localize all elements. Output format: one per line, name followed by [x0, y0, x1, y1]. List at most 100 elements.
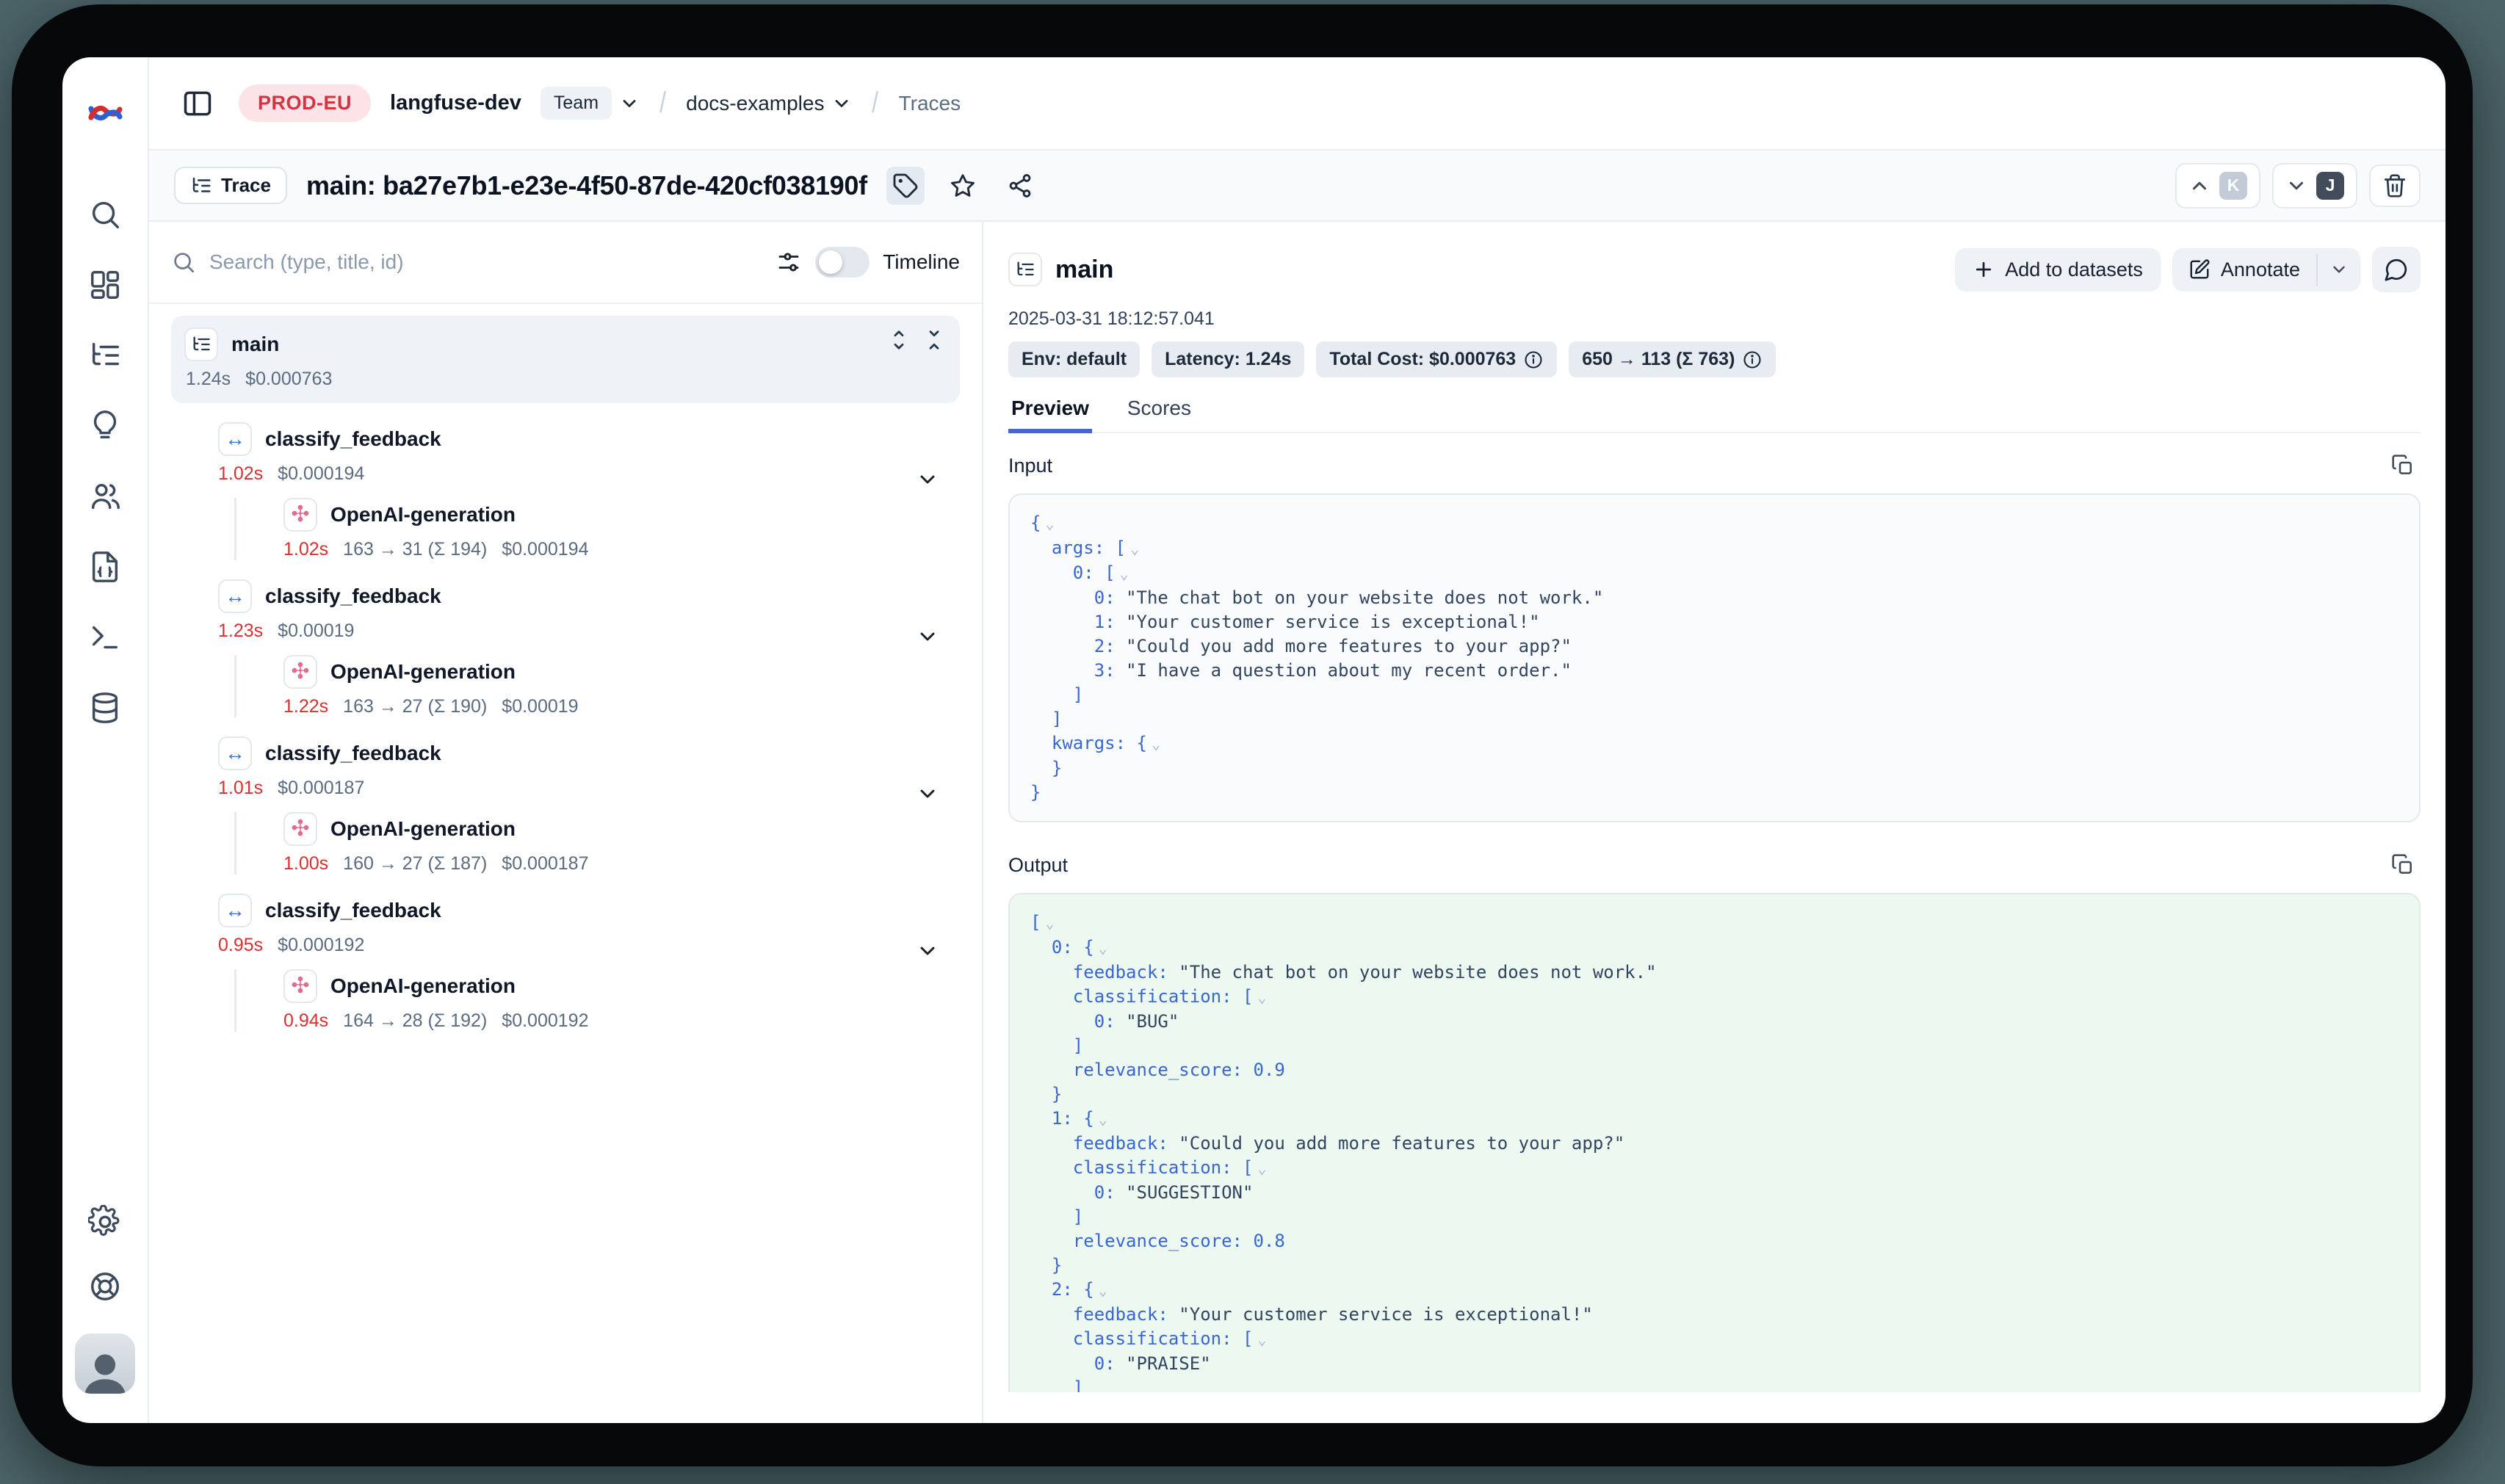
badge-text: Env: default: [1022, 349, 1127, 370]
span-cost: $0.00019: [278, 620, 354, 642]
input-json-viewer[interactable]: {⌄ args: [⌄ 0: [⌄ 0: "The chat bot on yo…: [1008, 493, 2421, 822]
trace-tree: main 1.24s $0.000763 ↔ classify_feedback…: [149, 304, 982, 1032]
root-cost: $0.000763: [245, 369, 332, 390]
annotate-button[interactable]: Annotate: [2172, 248, 2316, 292]
project-switcher[interactable]: docs-examples: [686, 92, 852, 115]
info-icon: [1523, 350, 1544, 370]
copy-icon[interactable]: [2385, 448, 2421, 483]
database-icon[interactable]: [87, 690, 123, 725]
span-name: classify_feedback: [265, 427, 441, 451]
generation-name: OpenAI-generation: [330, 817, 516, 841]
span-list: ↔ classify_feedback 1.02s $0.000194 ✣ Op…: [171, 422, 960, 1032]
search-icon[interactable]: [87, 197, 123, 232]
tree-node-root[interactable]: main 1.24s $0.000763: [171, 316, 960, 403]
span-type-icon: ↔: [218, 894, 252, 927]
tree-node-span[interactable]: ↔ classify_feedback 1.23s $0.00019 ✣ Ope…: [218, 579, 960, 717]
org-role-badge: Team: [541, 87, 612, 120]
trash-icon: [2382, 173, 2407, 198]
view-settings-icon[interactable]: [776, 249, 802, 275]
generation-cost: $0.00019: [502, 696, 578, 717]
chevron-down-icon[interactable]: [916, 468, 939, 491]
span-duration: 1.02s: [218, 463, 263, 485]
generation-type-icon: ✣: [283, 498, 317, 532]
span-name: classify_feedback: [265, 742, 441, 765]
trace-type-icon: [184, 327, 218, 361]
traces-icon[interactable]: [87, 338, 123, 373]
pencil-icon: [2188, 258, 2211, 280]
environment-badge[interactable]: PROD-EU: [239, 84, 371, 122]
trace-timestamp: 2025-03-31 18:12:57.041: [1008, 308, 2421, 330]
file-json-icon[interactable]: [87, 549, 123, 584]
add-to-datasets-button[interactable]: Add to datasets: [1955, 248, 2161, 292]
generation-tokens: 163 → 31 (Σ 194): [343, 539, 487, 560]
prev-trace-button[interactable]: K: [2175, 163, 2260, 209]
generation-tokens: 163 → 27 (Σ 190): [343, 696, 487, 717]
dashboard-icon[interactable]: [87, 267, 123, 303]
span-cost: $0.000187: [278, 778, 364, 799]
fold-vertical-icon[interactable]: [920, 326, 948, 354]
chevron-down-icon[interactable]: [916, 782, 939, 806]
tag-icon[interactable]: [886, 167, 925, 205]
chevron-down-icon: [2285, 175, 2307, 197]
tree-node-span[interactable]: ↔ classify_feedback 1.02s $0.000194 ✣ Op…: [218, 422, 960, 560]
comment-bubble-icon: [2384, 257, 2409, 282]
input-label: Input: [1008, 455, 1052, 477]
tree-node-generation[interactable]: ✣ OpenAI-generation 1.22s 163 → 27 (Σ 19…: [234, 655, 960, 717]
generation-name: OpenAI-generation: [330, 974, 516, 998]
span-cost: $0.000192: [278, 935, 364, 956]
tab-scores[interactable]: Scores: [1124, 389, 1194, 432]
generation-duration: 1.00s: [283, 853, 328, 875]
generation-name: OpenAI-generation: [330, 503, 516, 526]
input-section-header: Input: [1008, 448, 2421, 483]
span-type-icon: ↔: [218, 736, 252, 770]
copy-icon[interactable]: [2385, 847, 2421, 883]
trace-title: main: ba27e7b1-e23e-4f50-87de-420cf03819…: [306, 170, 867, 201]
tree-node-span[interactable]: ↔ classify_feedback 0.95s $0.000192 ✣ Op…: [218, 894, 960, 1032]
lightbulb-icon[interactable]: [87, 408, 123, 444]
star-icon[interactable]: [944, 167, 982, 205]
span-cost: $0.000194: [278, 463, 364, 485]
span-duration: 1.01s: [218, 778, 263, 799]
badge-text: Total Cost: $0.000763: [1329, 349, 1516, 370]
tree-node-generation[interactable]: ✣ OpenAI-generation 1.00s 160 → 27 (Σ 18…: [234, 812, 960, 875]
trace-type-badge: Trace: [174, 167, 287, 204]
breadcrumb-current[interactable]: Traces: [899, 92, 961, 115]
metadata-badge[interactable]: Total Cost: $0.000763: [1316, 341, 1557, 377]
share-icon[interactable]: [1001, 167, 1039, 205]
annotate-menu-button[interactable]: [2318, 248, 2360, 292]
unfold-vertical-icon[interactable]: [885, 326, 913, 354]
chevron-down-icon: [831, 93, 852, 114]
generation-cost: $0.000194: [502, 539, 588, 560]
metadata-badge[interactable]: Latency: 1.24s: [1152, 341, 1304, 377]
breadcrumb-separator: /: [872, 87, 879, 120]
detail-tabs: Preview Scores: [1008, 389, 2421, 433]
org-name[interactable]: langfuse-dev: [390, 91, 521, 115]
span-name: classify_feedback: [265, 584, 441, 608]
generation-type-icon: ✣: [283, 655, 317, 689]
terminal-icon[interactable]: [87, 620, 123, 655]
tree-node-span[interactable]: ↔ classify_feedback 1.01s $0.000187 ✣ Op…: [218, 736, 960, 875]
metadata-badge[interactable]: 650 → 113 (Σ 763): [1569, 341, 1776, 377]
users-icon[interactable]: [87, 479, 123, 514]
trace-title-bar: Trace main: ba27e7b1-e23e-4f50-87de-420c…: [149, 151, 2446, 222]
tab-preview[interactable]: Preview: [1008, 389, 1092, 432]
langfuse-logo-icon[interactable]: [86, 100, 124, 126]
span-name: classify_feedback: [265, 899, 441, 922]
chevron-down-icon[interactable]: [916, 939, 939, 963]
tree-node-generation[interactable]: ✣ OpenAI-generation 1.02s 163 → 31 (Σ 19…: [234, 498, 960, 560]
delete-trace-button[interactable]: [2369, 164, 2421, 207]
next-trace-button[interactable]: J: [2272, 163, 2357, 209]
org-switcher[interactable]: Team: [541, 87, 640, 120]
tree-node-generation[interactable]: ✣ OpenAI-generation 0.94s 164 → 28 (Σ 19…: [234, 969, 960, 1032]
search-input[interactable]: [209, 250, 762, 274]
root-duration: 1.24s: [186, 369, 231, 390]
comments-button[interactable]: [2372, 247, 2421, 292]
chevron-down-icon[interactable]: [916, 625, 939, 648]
metadata-badge[interactable]: Env: default: [1008, 341, 1140, 377]
timeline-toggle[interactable]: [815, 247, 870, 278]
support-icon[interactable]: [87, 1269, 123, 1304]
output-json-viewer[interactable]: [⌄ 0: {⌄ feedback: "The chat bot on your…: [1008, 893, 2421, 1392]
sidebar-toggle-icon[interactable]: [176, 82, 220, 126]
avatar[interactable]: [75, 1333, 135, 1394]
settings-icon[interactable]: [87, 1204, 123, 1239]
